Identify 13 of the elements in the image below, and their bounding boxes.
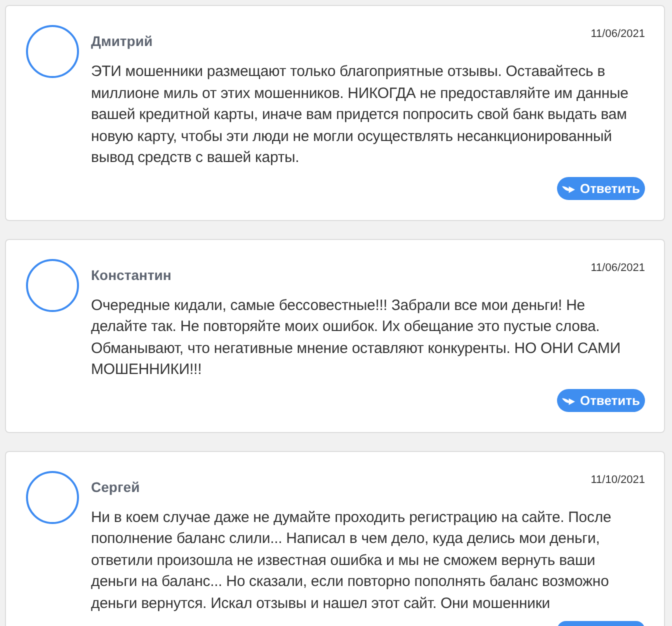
review-text: Ни в коем случае даже не думайте проходить регистрацию на сайте. После пополнение баланс слили... Написал в чем дело, куда делись мои деньги, ответили произошла не известная ошибка и мы не сможем вернуть ваши деньги на баланс... Но сказали, если повторно пополнять баланс возможно деньги вернутся. Искал отзывы и нашел этот сайт. Они мошенники bbox=[91, 508, 612, 614]
reply-button[interactable]: Ответить bbox=[557, 176, 645, 200]
reply-arrow-icon bbox=[562, 395, 575, 405]
review-date: 11/10/2021 bbox=[590, 472, 645, 486]
review-date: 11/06/2021 bbox=[590, 260, 645, 274]
review-date: 11/06/2021 bbox=[590, 27, 645, 41]
author-name: Сергей bbox=[91, 478, 140, 496]
author-name: Константин bbox=[91, 266, 172, 284]
author-name: Дмитрий bbox=[91, 32, 153, 50]
reply-arrow-icon bbox=[562, 183, 575, 193]
review-text: Очередные кидали, самые бессовестные!!! Забрали все мои деньги! Не делайте так. Не повторяйте моих ошибок. Их обещание это пустые слова. Обманывают, что негативные мнение оставляют конкуренты. НО ОНИ САМИ МОШЕННИКИ!!! bbox=[91, 296, 622, 380]
review-text: ЭТИ мошенники размещают только благоприятные отзывы. Оставайтесь в миллионе миль от этих мошенников. НИКОГДА не предоставляйте им данные вашей кредитной карты, иначе вам придется попросить свой банк выдать вам новую карту, чтобы эти люди не могли осуществлять несанкционированный вывод средств с вашей карты. bbox=[91, 62, 630, 168]
reply-button[interactable]: Ответить bbox=[557, 388, 645, 412]
